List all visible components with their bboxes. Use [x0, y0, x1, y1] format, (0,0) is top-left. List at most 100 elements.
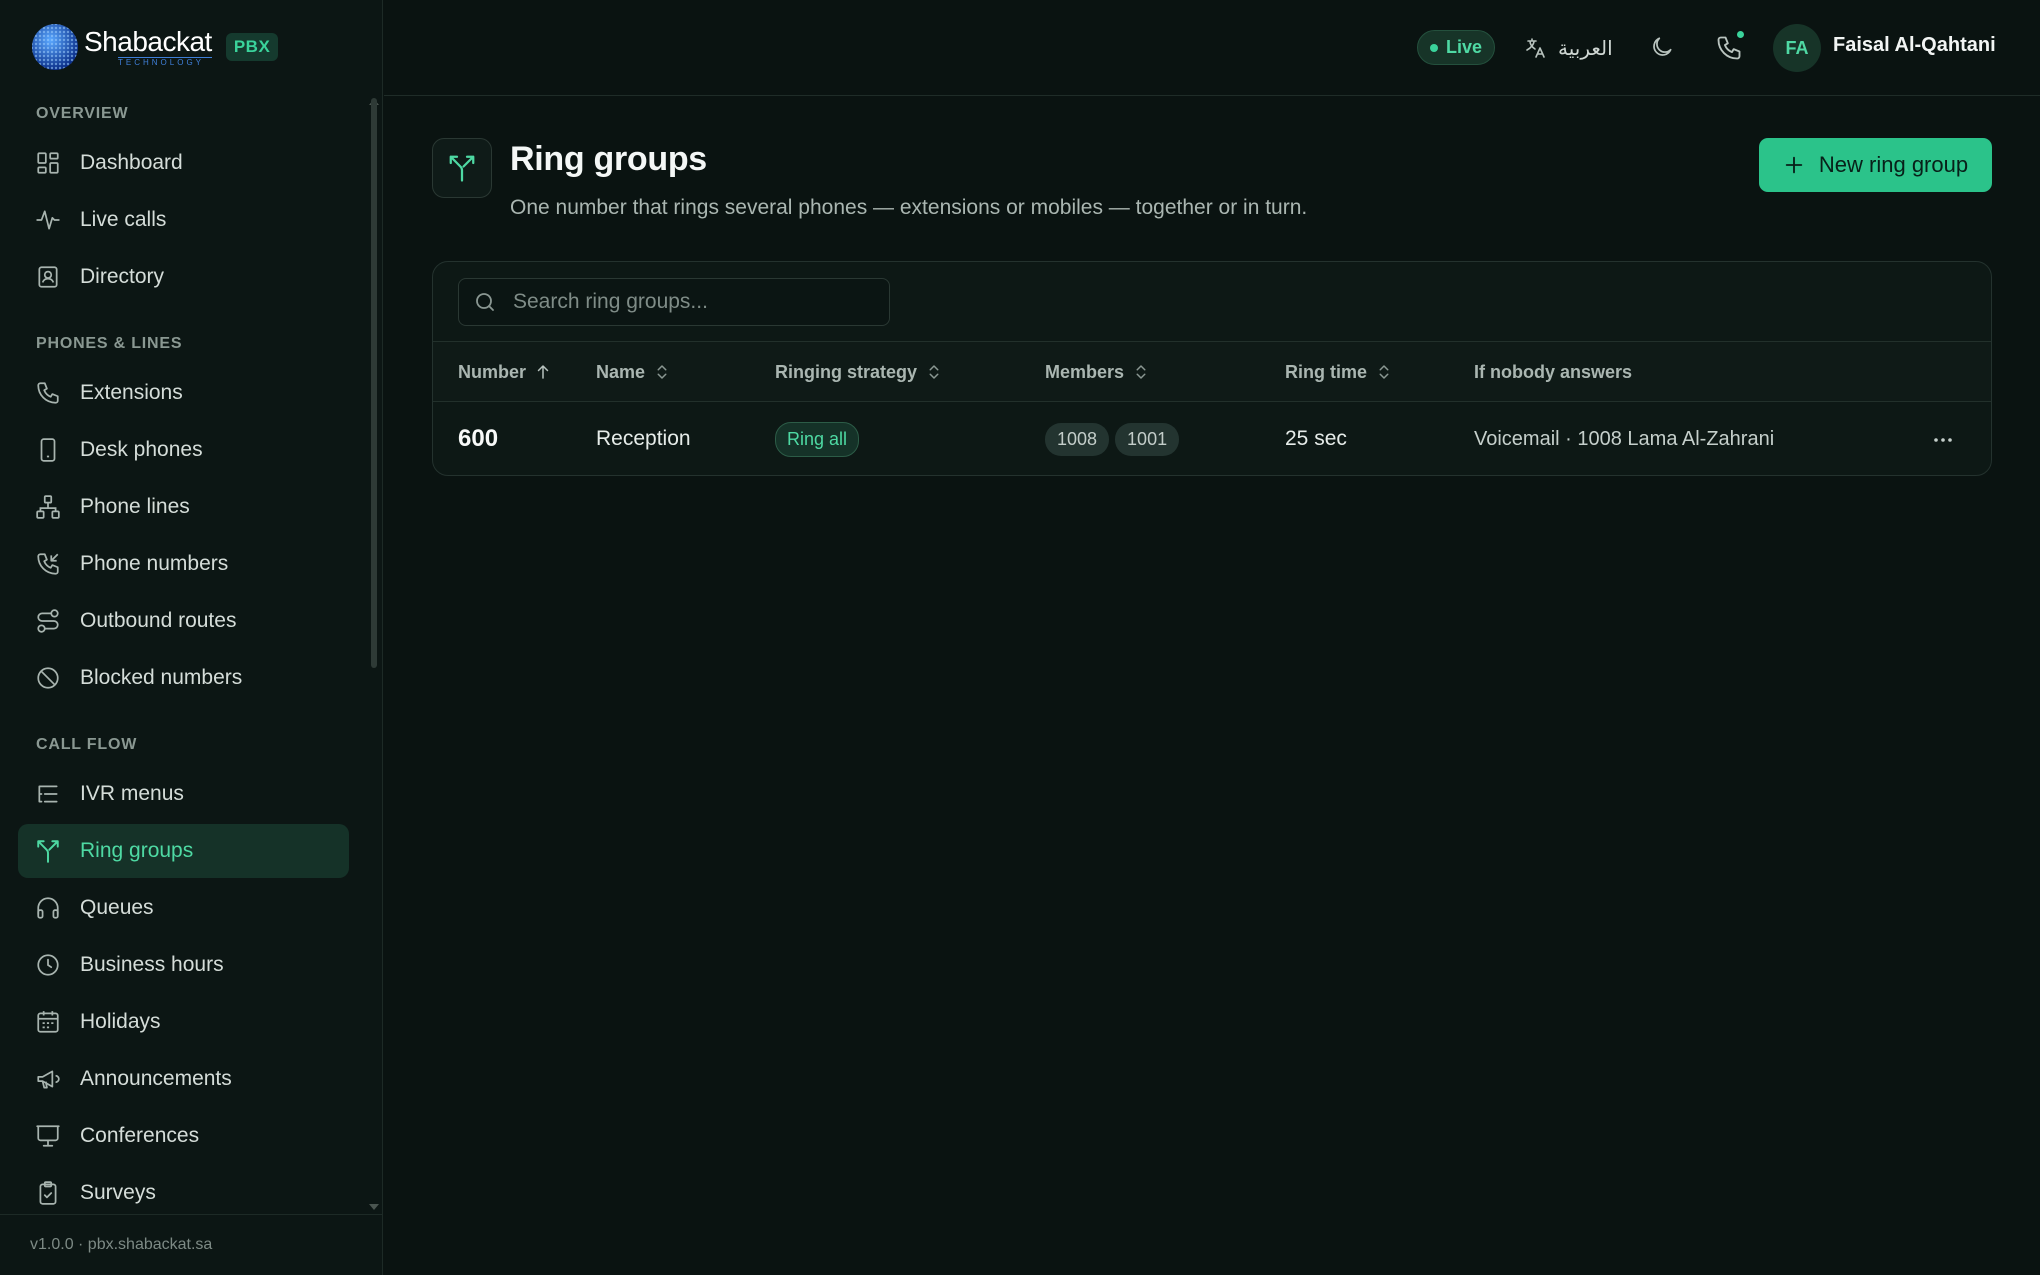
- moon-icon[interactable]: [1649, 34, 1675, 60]
- sidebar-item-ivr-menus[interactable]: IVR menus: [18, 767, 349, 821]
- clipboard-icon: [39, 1181, 57, 1205]
- brand-name: Shabackat: [84, 26, 212, 57]
- sidebar-item-queues[interactable]: Queues: [18, 881, 349, 935]
- sidebar-item-directory[interactable]: Directory: [18, 250, 349, 304]
- sidebar-scrollbar[interactable]: [371, 98, 377, 668]
- column-label: Number: [458, 361, 527, 382]
- list-tree-icon: [38, 785, 58, 803]
- column-header-strategy[interactable]: Ringing strategy: [775, 342, 943, 402]
- pbx-badge: PBX: [225, 33, 279, 61]
- sort-unsorted-icon: [657, 365, 667, 379]
- sidebar-item-blocked-numbers[interactable]: Blocked numbers: [18, 651, 349, 705]
- nav-section-overview: OVERVIEW: [36, 105, 129, 122]
- megaphone-icon: [37, 1070, 60, 1089]
- search-icon: [476, 293, 494, 311]
- sidebar-item-label: Phone lines: [80, 495, 190, 518]
- sidebar-item-label: Outbound routes: [80, 609, 237, 632]
- sidebar-item-label: Holidays: [80, 1010, 161, 1033]
- page-title: Ring groups: [510, 140, 707, 178]
- clock-icon: [37, 954, 59, 976]
- sidebar-item-label: Announcements: [80, 1067, 232, 1090]
- sidebar-item-label: Business hours: [80, 953, 224, 976]
- member-chip: 1008: [1045, 422, 1110, 456]
- ring-group-fallback: Voicemail · 1008 Lama Al-Zahrani: [1474, 427, 1775, 450]
- phone-incoming-icon: [37, 553, 59, 575]
- sort-unsorted-icon: [1136, 365, 1146, 379]
- presentation-icon: [36, 1125, 60, 1147]
- sidebar-item-phone-lines[interactable]: Phone lines: [18, 480, 349, 534]
- strategy-badge: Ring all: [775, 421, 860, 457]
- ban-icon: [37, 667, 59, 689]
- column-header-name[interactable]: Name: [596, 342, 671, 402]
- translate-icon: [1526, 38, 1545, 58]
- brand-logo[interactable]: Shabackat TECHNOLOGY PBX: [30, 18, 279, 76]
- avatar[interactable]: FA: [1773, 24, 1821, 72]
- live-status-label: Live: [1446, 37, 1483, 57]
- sidebar-item-surveys[interactable]: Surveys: [18, 1166, 349, 1220]
- table-row[interactable]: 600 Reception Ring all 1008 1001 25 sec …: [433, 402, 1991, 475]
- member-chip: 1001: [1115, 422, 1180, 456]
- user-name[interactable]: Faisal Al-Qahtani: [1833, 34, 1996, 57]
- nav-section-call-flow: CALL FLOW: [36, 736, 138, 753]
- ring-group-members-cell: 1008 1001: [1045, 402, 1185, 475]
- column-label: Ringing strategy: [775, 361, 918, 382]
- new-ring-group-button[interactable]: New ring group: [1759, 138, 1992, 192]
- sidebar-item-business-hours[interactable]: Business hours: [18, 938, 349, 992]
- column-header-ring-time[interactable]: Ring time: [1285, 342, 1393, 402]
- sidebar-item-label: Desk phones: [80, 438, 203, 461]
- ring-group-strategy-cell: Ring all: [775, 402, 860, 475]
- sidebar-footer-version: v1.0.0 · pbx.shabackat.sa: [0, 1214, 382, 1275]
- brand-tagline: TECHNOLOGY: [118, 57, 212, 67]
- sort-unsorted-icon: [1379, 365, 1389, 379]
- calendar-icon: [37, 1011, 59, 1033]
- language-toggle-button[interactable]: العربية: [1524, 30, 1613, 66]
- sidebar-item-label: Phone numbers: [80, 552, 229, 575]
- search-input[interactable]: [513, 290, 873, 314]
- sidebar-item-label: Directory: [80, 265, 165, 288]
- page-subtitle: One number that rings several phones — e…: [510, 196, 1308, 219]
- live-status-badge: Live: [1417, 30, 1496, 65]
- column-label: Name: [596, 361, 646, 382]
- ring-groups-table-card: Number Name Ringing strategy Members Rin…: [432, 261, 1992, 476]
- smartphone-icon: [40, 438, 56, 462]
- sidebar-item-extensions[interactable]: Extensions: [18, 366, 349, 420]
- table-header: Number Name Ringing strategy Members Rin…: [433, 341, 1991, 402]
- sidebar-item-live-calls[interactable]: Live calls: [18, 193, 349, 247]
- sidebar-item-announcements[interactable]: Announcements: [18, 1052, 349, 1106]
- column-header-fallback: If nobody answers: [1474, 342, 1632, 402]
- more-actions-icon[interactable]: [1931, 428, 1955, 452]
- sidebar-item-holidays[interactable]: Holidays: [18, 995, 349, 1049]
- sidebar-item-label: Ring groups: [80, 839, 194, 862]
- ring-group-ring-time: 25 sec: [1285, 427, 1347, 450]
- new-ring-group-label: New ring group: [1818, 152, 1969, 177]
- column-label: If nobody answers: [1474, 361, 1633, 382]
- sidebar-item-conferences[interactable]: Conferences: [18, 1109, 349, 1163]
- network-icon: [36, 495, 60, 519]
- sidebar-item-outbound-routes[interactable]: Outbound routes: [18, 594, 349, 648]
- page-header-icon: [432, 138, 492, 198]
- column-header-number[interactable]: Number: [458, 342, 552, 402]
- phone-status-dot-icon: [1735, 29, 1746, 40]
- sidebar-item-label: Extensions: [80, 381, 183, 404]
- sidebar-item-label: Queues: [80, 896, 154, 919]
- column-label: Ring time: [1285, 361, 1368, 382]
- activity-icon: [36, 210, 60, 230]
- search-box[interactable]: [458, 278, 890, 326]
- sidebar-item-desk-phones[interactable]: Desk phones: [18, 423, 349, 477]
- column-header-members[interactable]: Members: [1045, 342, 1150, 402]
- scroll-down-arrow-icon[interactable]: [369, 1204, 379, 1210]
- sort-ascending-icon: [537, 365, 549, 379]
- sidebar: Shabackat TECHNOLOGY PBX OVERVIEW Dashbo…: [0, 0, 383, 1275]
- split-arrows-icon: [449, 155, 475, 182]
- phone-icon: [37, 382, 59, 404]
- sort-unsorted-icon: [929, 365, 939, 379]
- sidebar-item-phone-numbers[interactable]: Phone numbers: [18, 537, 349, 591]
- sidebar-item-dashboard[interactable]: Dashboard: [18, 136, 349, 190]
- nav-section-phones-lines: PHONES & LINES: [36, 335, 183, 352]
- sidebar-item-label: Dashboard: [80, 151, 183, 174]
- sidebar-item-label: Conferences: [80, 1124, 200, 1147]
- column-label: Members: [1045, 361, 1125, 382]
- dashboard-icon: [37, 152, 59, 174]
- ring-group-number: 600: [458, 425, 499, 452]
- sidebar-item-ring-groups[interactable]: Ring groups: [18, 824, 349, 878]
